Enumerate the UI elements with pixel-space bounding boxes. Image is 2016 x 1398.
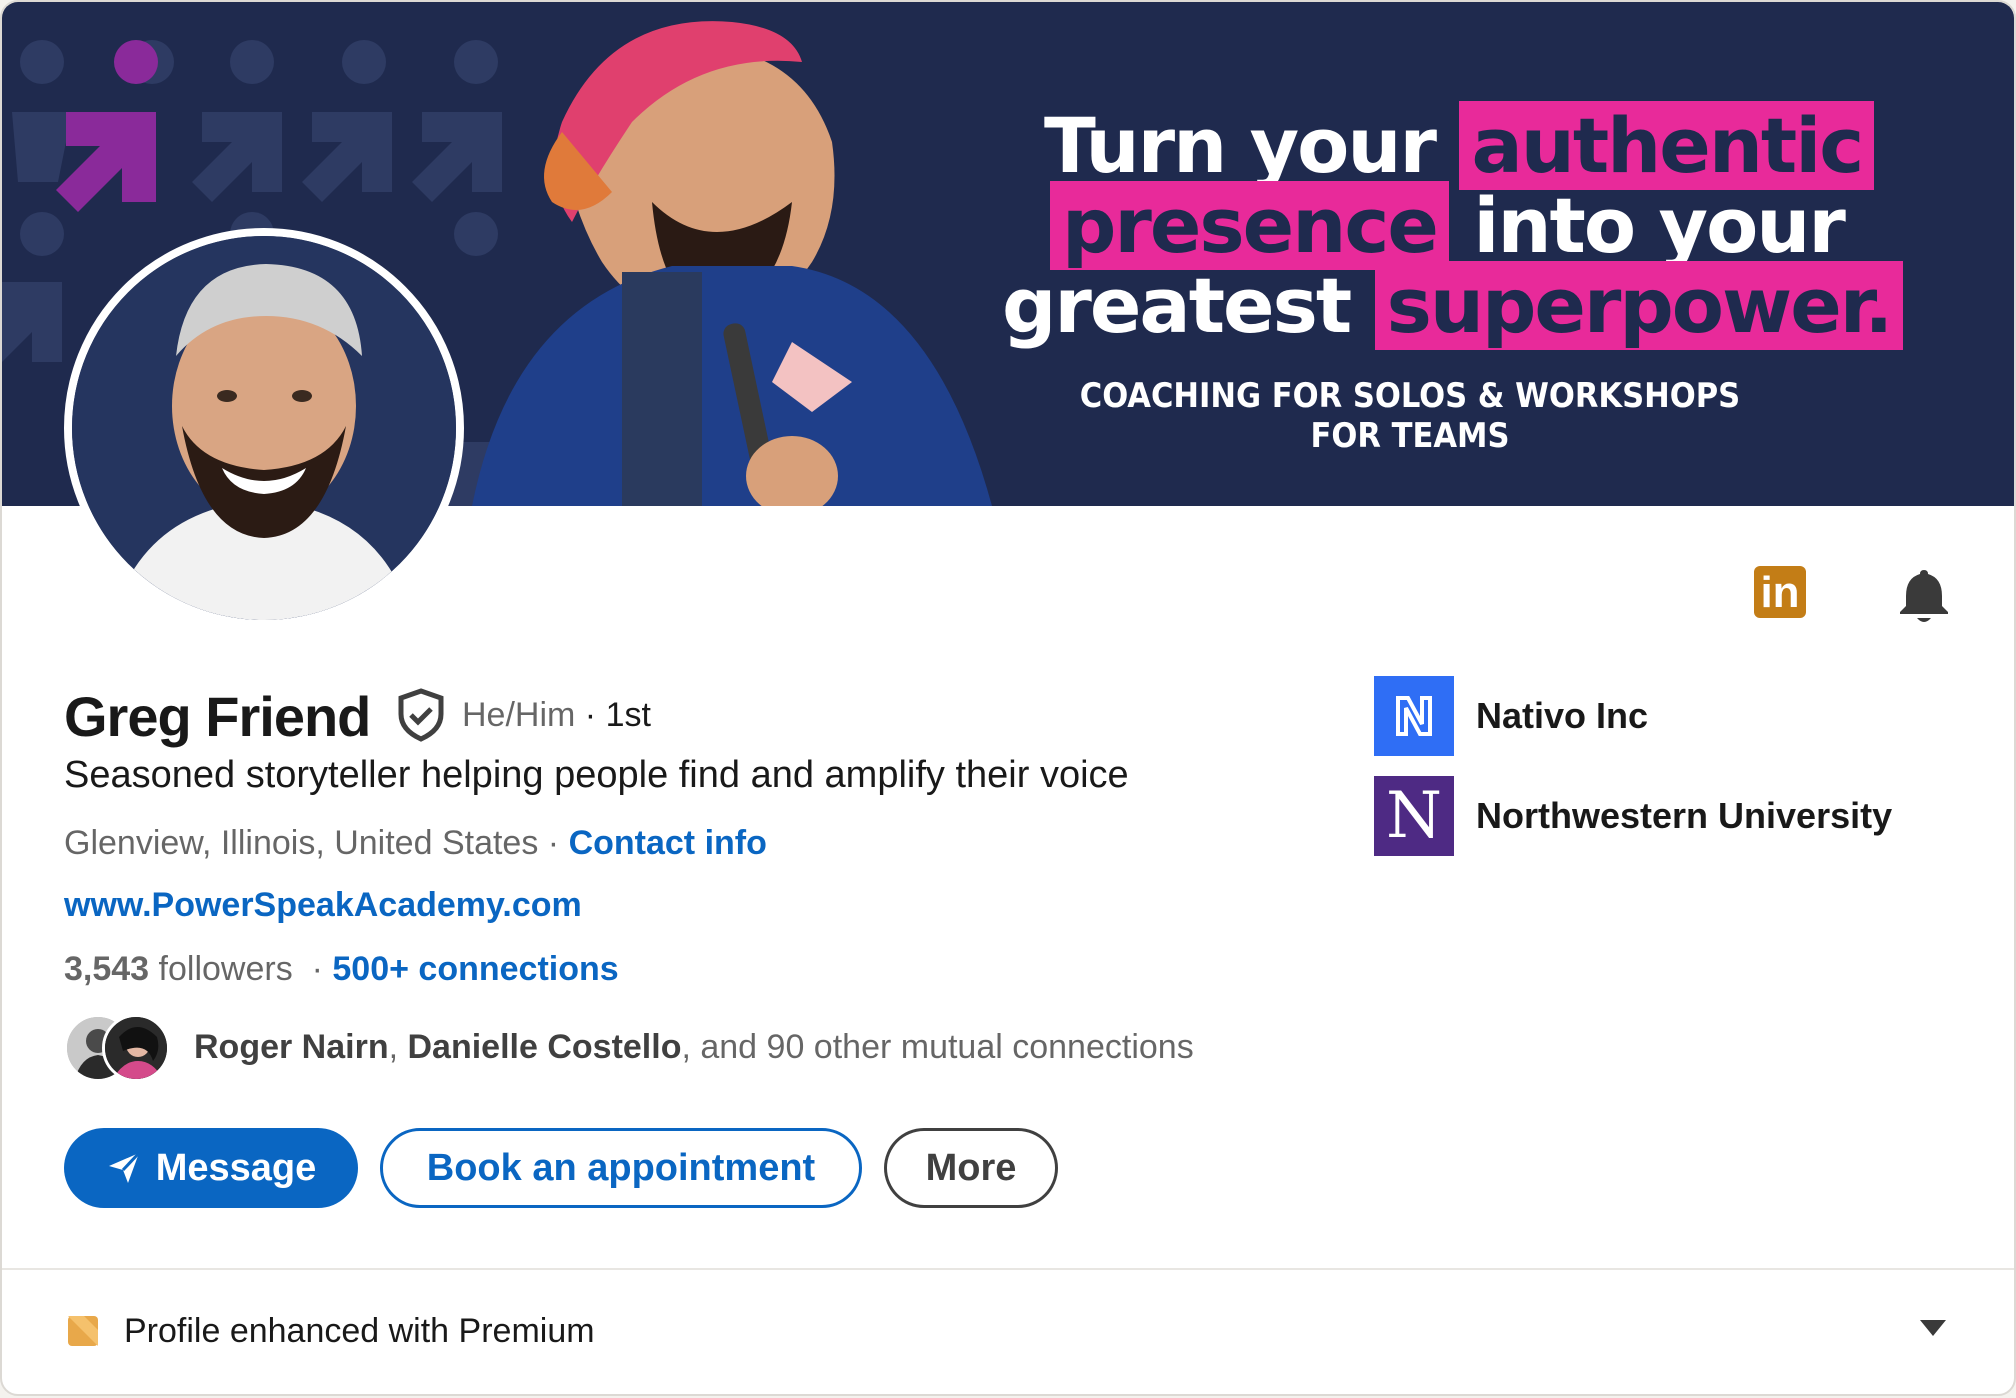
- mutual-connection-2: Danielle Costello: [407, 1028, 682, 1066]
- mutual-connections-text[interactable]: Roger Nairn, Danielle Costello, and 90 o…: [194, 1028, 1194, 1067]
- followers-count: 3,543: [64, 950, 150, 988]
- mutual-connections-avatars[interactable]: [64, 1014, 176, 1082]
- mutual-connection-1: Roger Nairn: [194, 1028, 389, 1066]
- profile-location: Glenview, Illinois, United States: [64, 824, 539, 862]
- profile-card: Turn your authentic presence into your g…: [0, 0, 2016, 1396]
- banner-headline: Turn your authentic presence into your g…: [1002, 101, 1904, 350]
- premium-enhanced-text: Profile enhanced with Premium: [124, 1312, 595, 1350]
- mutual-comma: ,: [388, 1028, 408, 1066]
- mutual-avatar-danielle: [102, 1014, 170, 1082]
- org-nativo[interactable]: Nativo Inc: [1374, 676, 1648, 756]
- verified-shield-icon[interactable]: [396, 688, 446, 742]
- banner-white-text-1: Turn your: [1044, 101, 1437, 190]
- profile-location-row: Glenview, Illinois, United States · Cont…: [64, 824, 767, 863]
- message-button[interactable]: Message: [64, 1128, 358, 1208]
- mutual-rest: , and 90 other mutual connections: [681, 1028, 1194, 1066]
- org-name-northwestern: Northwestern University: [1476, 795, 1893, 836]
- premium-icon: [68, 1316, 98, 1346]
- pronouns: He/Him: [462, 696, 576, 734]
- org-name-nativo: Nativo Inc: [1476, 695, 1649, 736]
- nativo-logo-icon: [1374, 676, 1454, 756]
- profile-headline: Seasoned storyteller helping people find…: [64, 754, 1129, 796]
- footer-divider: [2, 1268, 2014, 1270]
- banner-white-text-2: into your: [1473, 181, 1845, 270]
- pronouns-and-degree: He/Him · 1st: [462, 696, 651, 735]
- location-separator: ·: [538, 824, 569, 862]
- chevron-down-icon[interactable]: [1920, 1320, 1946, 1336]
- followers-row: 3,543 followers · 500+ connections: [64, 950, 619, 989]
- send-icon: [108, 1151, 140, 1183]
- banner-subline: COACHING FOR SOLOS & WORKSHOPS FOR TEAMS: [1079, 376, 1741, 456]
- connections-link[interactable]: 500+ connections: [332, 950, 618, 988]
- connection-degree: · 1st: [584, 696, 651, 734]
- website-link[interactable]: www.PowerSpeakAcademy.com: [64, 886, 582, 924]
- book-appointment-button[interactable]: Book an appointment: [380, 1128, 862, 1208]
- banner-white-text-3: greatest: [1002, 261, 1352, 350]
- more-button[interactable]: More: [884, 1128, 1058, 1208]
- website-row: www.PowerSpeakAcademy.com: [64, 886, 582, 925]
- profile-photo-image: [72, 236, 456, 620]
- message-button-label: Message: [155, 1146, 317, 1189]
- contact-info-link[interactable]: Contact info: [569, 824, 767, 862]
- followers-label: followers: [149, 950, 293, 988]
- profile-name: Greg Friend: [64, 685, 371, 748]
- bell-icon[interactable]: [1894, 564, 1954, 624]
- northwestern-logo-icon: N: [1374, 776, 1454, 856]
- banner-pink-text-2: presence: [1050, 181, 1449, 270]
- profile-photo[interactable]: [64, 228, 464, 628]
- linkedin-premium-icon[interactable]: in: [1754, 566, 1806, 618]
- banner-pink-text-1: authentic: [1459, 101, 1875, 190]
- org-northwestern[interactable]: N Northwestern University: [1374, 776, 1892, 856]
- connections-separator: ·: [292, 950, 333, 988]
- banner-pink-text-3: superpower.: [1374, 261, 1904, 350]
